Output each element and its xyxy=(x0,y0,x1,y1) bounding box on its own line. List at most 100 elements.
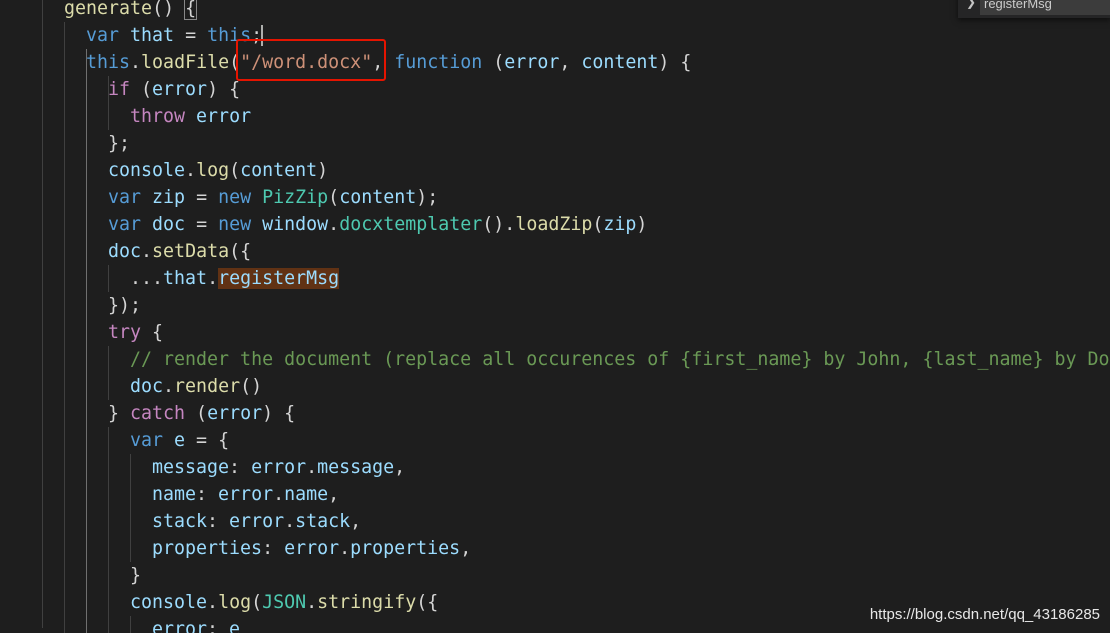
code-token: ( xyxy=(328,187,340,208)
code-token: stack xyxy=(295,511,351,532)
indent-guide xyxy=(108,346,109,400)
code-token: ) { xyxy=(262,403,296,424)
code-line[interactable]: stack: error.stack, xyxy=(152,508,361,535)
code-token: throw xyxy=(130,106,197,127)
code-token: loadFile xyxy=(141,52,230,73)
code-token: ( xyxy=(229,160,241,181)
code-line[interactable]: // render the document (replace all occu… xyxy=(130,346,1110,373)
code-token: ( xyxy=(592,214,604,235)
code-line[interactable]: } catch (error) { xyxy=(108,400,295,427)
code-token: PizZip xyxy=(262,187,329,208)
code-line[interactable]: if (error) { xyxy=(108,76,240,103)
code-token: name xyxy=(152,484,197,505)
code-token: error xyxy=(218,484,274,505)
code-token: ... xyxy=(130,268,164,289)
code-token: . xyxy=(339,538,351,559)
code-token: var xyxy=(86,25,131,46)
code-token: name xyxy=(284,484,329,505)
code-token: : xyxy=(196,484,219,505)
code-line[interactable]: }); xyxy=(108,292,141,319)
find-input[interactable]: registerMsg xyxy=(980,0,1110,15)
code-line[interactable]: var e = { xyxy=(130,427,229,454)
code-token: error xyxy=(152,619,208,633)
code-token: e xyxy=(174,430,186,451)
code-line[interactable]: console.log(JSON.stringify({ xyxy=(130,589,438,616)
code-token: new xyxy=(218,187,263,208)
code-token: properties xyxy=(350,538,461,559)
code-line[interactable]: throw error xyxy=(130,103,251,130)
find-widget[interactable]: ❯ registerMsg xyxy=(958,0,1110,18)
indent-guide xyxy=(86,49,87,633)
code-token: : xyxy=(207,619,230,633)
code-token: error xyxy=(152,79,208,100)
code-token: ) xyxy=(636,214,648,235)
code-token: . xyxy=(306,592,318,613)
code-line[interactable]: doc.render() xyxy=(130,373,262,400)
code-token: doc xyxy=(152,214,186,235)
code-token: }; xyxy=(108,133,131,154)
code-token: . xyxy=(185,160,197,181)
code-token: log xyxy=(196,160,230,181)
code-token: = xyxy=(174,25,208,46)
code-token: . xyxy=(141,241,153,262)
code-token: : xyxy=(207,511,230,532)
code-token: = xyxy=(185,214,219,235)
code-line[interactable]: var doc = new window.docxtemplater().loa… xyxy=(108,211,647,238)
code-token: = { xyxy=(185,430,230,451)
code-token: docxtemplater xyxy=(339,214,483,235)
code-line[interactable]: } xyxy=(130,562,141,589)
code-token: content xyxy=(240,160,318,181)
code-token: message xyxy=(152,457,230,478)
indent-guide xyxy=(42,0,43,628)
code-token: . xyxy=(207,268,219,289)
code-token: new xyxy=(218,214,263,235)
code-token: e xyxy=(229,619,241,633)
code-token: { xyxy=(141,322,164,343)
code-line[interactable]: console.log(content) xyxy=(108,157,328,184)
code-token: = xyxy=(185,187,219,208)
code-token: zip xyxy=(152,187,186,208)
code-line[interactable]: try { xyxy=(108,319,163,346)
code-token: () xyxy=(240,376,263,397)
code-line[interactable]: var zip = new PizZip(content); xyxy=(108,184,438,211)
code-token: . xyxy=(306,457,318,478)
code-line[interactable]: error: e xyxy=(152,616,240,633)
code-line[interactable]: doc.setData({ xyxy=(108,238,251,265)
code-token: message xyxy=(317,457,395,478)
code-token: . xyxy=(130,52,142,73)
code-token: function xyxy=(394,52,483,73)
code-token: catch xyxy=(130,403,186,424)
code-line[interactable]: name: error.name, xyxy=(152,481,339,508)
indent-guide xyxy=(108,427,109,633)
code-token: ) { xyxy=(207,79,241,100)
code-token: : xyxy=(229,457,252,478)
code-line[interactable]: generate() { xyxy=(64,0,198,22)
code-token: ( xyxy=(130,79,153,100)
code-token: , xyxy=(460,538,472,559)
code-line[interactable]: this.loadFile("/word.docx", function (er… xyxy=(86,49,691,76)
code-editor[interactable]: generate() {var that = this; this.loadFil… xyxy=(0,0,1110,633)
code-token: if xyxy=(108,79,131,100)
code-token: that xyxy=(163,268,208,289)
code-token: error xyxy=(504,52,560,73)
code-line[interactable]: message: error.message, xyxy=(152,454,405,481)
code-token: that xyxy=(130,25,175,46)
code-line[interactable]: properties: error.properties, xyxy=(152,535,471,562)
code-token: ( xyxy=(482,52,505,73)
chevron-right-icon[interactable]: ❯ xyxy=(966,0,976,9)
code-token: var xyxy=(130,430,175,451)
code-line[interactable]: }; xyxy=(108,130,130,157)
code-token: console xyxy=(130,592,208,613)
code-token: content xyxy=(339,187,417,208)
code-token: this xyxy=(86,52,131,73)
code-token: render xyxy=(174,376,241,397)
code-token: , xyxy=(559,52,582,73)
code-token: . xyxy=(328,214,340,235)
code-token: { xyxy=(184,0,198,20)
code-token: doc xyxy=(130,376,164,397)
code-token: : xyxy=(262,538,285,559)
code-token: generate xyxy=(64,0,153,19)
code-token: // render the document (replace all occu… xyxy=(130,349,1110,370)
code-line[interactable]: ...that.registerMsg xyxy=(130,265,340,292)
code-token: error xyxy=(229,511,285,532)
